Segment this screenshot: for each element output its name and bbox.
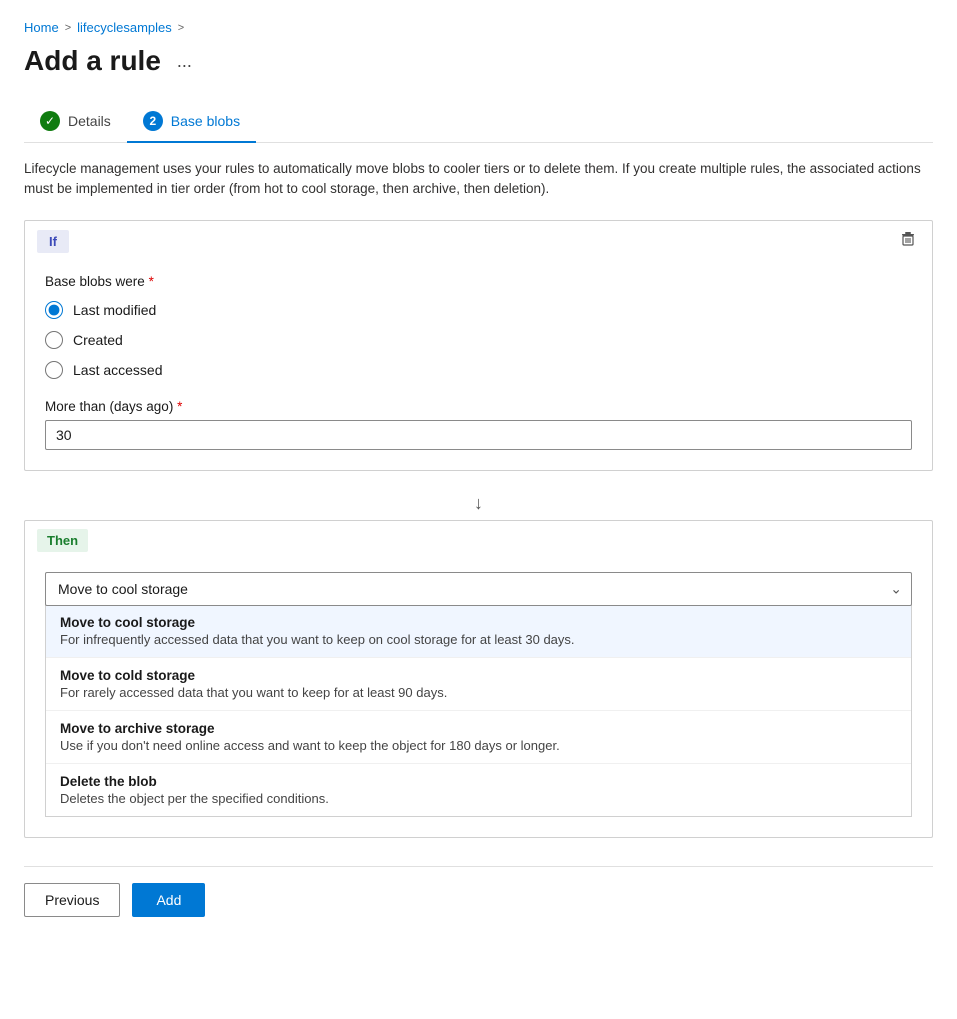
add-button[interactable]: Add <box>132 883 205 917</box>
page-title: Add a rule <box>24 45 161 77</box>
tab-base-blobs-label: Base blobs <box>171 113 240 129</box>
option-delete-desc: Deletes the object per the specified con… <box>60 791 897 806</box>
option-cold-title: Move to cold storage <box>60 668 897 683</box>
tab-base-blobs[interactable]: 2 Base blobs <box>127 101 256 143</box>
radio-last-modified-label: Last modified <box>73 302 156 318</box>
days-ago-input[interactable]: 30 <box>45 420 912 450</box>
dropdown-option-cool[interactable]: Move to cool storage For infrequently ac… <box>46 605 911 658</box>
required-star-2: * <box>177 399 182 414</box>
description-text: Lifecycle management uses your rules to … <box>24 159 933 200</box>
radio-last-modified-input[interactable] <box>45 301 63 319</box>
arrow-connector: ↓ <box>24 487 933 520</box>
tab-details[interactable]: ✓ Details <box>24 101 127 143</box>
option-cold-desc: For rarely accessed data that you want t… <box>60 685 897 700</box>
breadcrumb-sep2: > <box>178 22 184 34</box>
dropdown-option-archive[interactable]: Move to archive storage Use if you don't… <box>46 711 911 764</box>
option-cool-desc: For infrequently accessed data that you … <box>60 632 897 647</box>
then-label: Then <box>37 529 88 552</box>
if-card-body: Base blobs were * Last modified Created … <box>25 262 932 470</box>
more-than-label: More than (days ago) * <box>45 399 912 414</box>
action-dropdown-wrapper: Move to cool storage Move to cold storag… <box>45 572 912 606</box>
option-cool-title: Move to cool storage <box>60 615 897 630</box>
more-options-button[interactable]: ... <box>171 49 198 74</box>
radio-created-label: Created <box>73 332 123 348</box>
then-card-header: Then <box>25 521 932 560</box>
if-label: If <box>37 230 69 253</box>
then-section-card: Then Move to cool storage Move to cold s… <box>24 520 933 838</box>
breadcrumb: Home > lifecyclesamples > <box>24 20 933 35</box>
required-star-1: * <box>149 274 154 289</box>
tab-details-label: Details <box>68 113 111 129</box>
option-archive-desc: Use if you don't need online access and … <box>60 738 897 753</box>
breadcrumb-lifecycle[interactable]: lifecyclesamples <box>77 20 172 35</box>
option-archive-title: Move to archive storage <box>60 721 897 736</box>
breadcrumb-sep1: > <box>65 22 71 34</box>
previous-button[interactable]: Previous <box>24 883 120 917</box>
radio-created[interactable]: Created <box>45 331 912 349</box>
base-blobs-badge: 2 <box>143 111 163 131</box>
details-check-icon: ✓ <box>40 111 60 131</box>
if-card-header: If <box>25 221 932 262</box>
radio-last-modified[interactable]: Last modified <box>45 301 912 319</box>
bottom-button-row: Previous Add <box>24 866 933 917</box>
tabs-bar: ✓ Details 2 Base blobs <box>24 101 933 143</box>
action-dropdown[interactable]: Move to cool storage Move to cold storag… <box>45 572 912 606</box>
page-title-row: Add a rule ... <box>24 45 933 77</box>
radio-last-accessed-input[interactable] <box>45 361 63 379</box>
radio-last-accessed[interactable]: Last accessed <box>45 361 912 379</box>
option-delete-title: Delete the blob <box>60 774 897 789</box>
dropdown-options-panel: Move to cool storage For infrequently ac… <box>45 605 912 817</box>
then-card-body: Move to cool storage Move to cold storag… <box>25 560 932 837</box>
breadcrumb-home[interactable]: Home <box>24 20 59 35</box>
if-delete-button[interactable] <box>896 229 920 254</box>
trash-icon <box>900 231 916 247</box>
dropdown-option-delete[interactable]: Delete the blob Deletes the object per t… <box>46 764 911 816</box>
if-section-card: If Base blobs were * Last modified <box>24 220 933 471</box>
base-blobs-were-label: Base blobs were * <box>45 274 912 289</box>
radio-last-accessed-label: Last accessed <box>73 362 163 378</box>
dropdown-option-cold[interactable]: Move to cold storage For rarely accessed… <box>46 658 911 711</box>
blob-condition-radio-group: Last modified Created Last accessed <box>45 301 912 379</box>
radio-created-input[interactable] <box>45 331 63 349</box>
